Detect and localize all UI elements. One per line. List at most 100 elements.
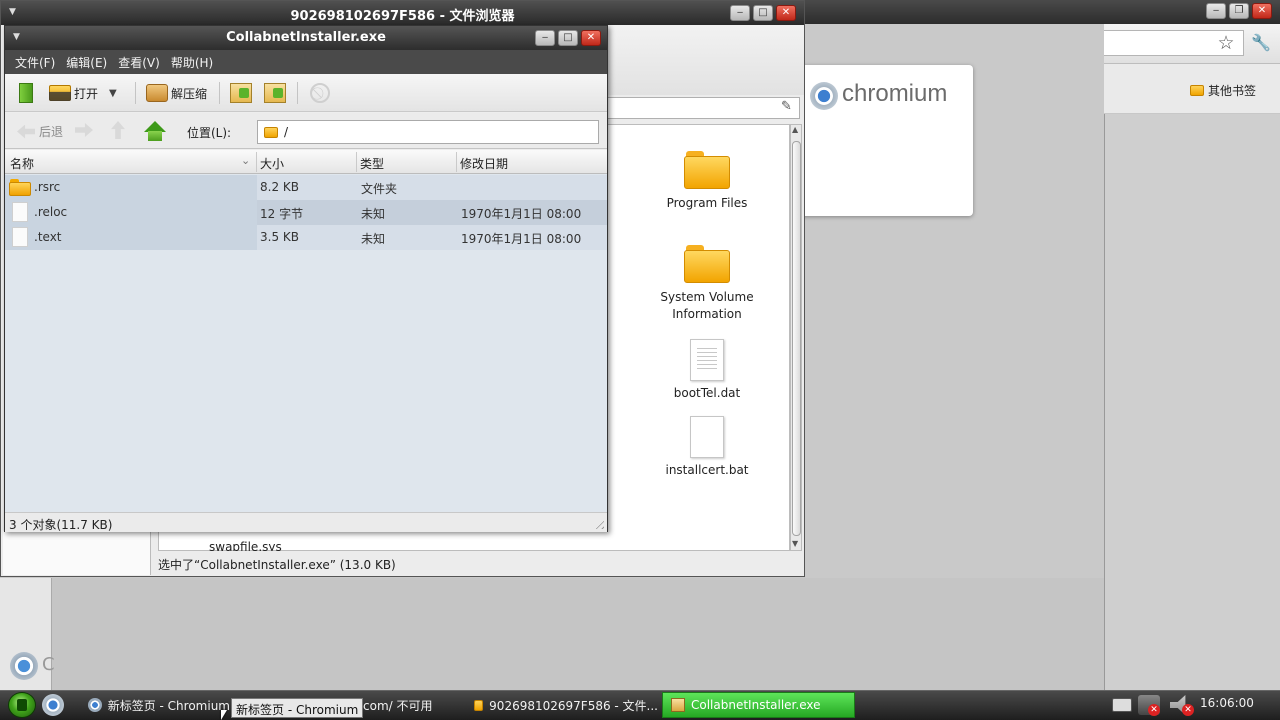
archive-window-controls: ‒ □ ✕	[535, 30, 601, 46]
restore-button[interactable]: ❐	[1229, 3, 1249, 19]
file-icon	[690, 339, 724, 381]
archive-file-list[interactable]: 名称 ⌄ 大小 类型 修改日期 .rsrc 8.2 KB 文件夹 .reloc …	[5, 150, 607, 512]
chromium-logo-icon	[810, 82, 838, 110]
file-type: 未知	[361, 232, 386, 246]
file-browser-window-controls: ‒ □ ✕	[730, 5, 796, 21]
chromium-icon	[88, 698, 102, 712]
chevron-down-icon[interactable]: ▼	[109, 88, 117, 99]
clock[interactable]: 16:06:00	[1200, 696, 1254, 710]
desktop-item-system-volume-information[interactable]: System Volume Information	[647, 245, 767, 323]
column-header-modified[interactable]: 修改日期	[460, 155, 508, 172]
task-chromium-new-tab[interactable]: 新标签页 - Chromium	[80, 692, 230, 718]
toolbar-separator	[297, 82, 298, 104]
file-size: 3.5 KB	[260, 230, 299, 244]
folder-icon	[474, 699, 484, 711]
column-header-size[interactable]: 大小	[260, 155, 284, 172]
folder-icon	[684, 151, 730, 189]
folder-icon	[1190, 84, 1204, 96]
task-archive-manager[interactable]: CollabnetInstaller.exe	[662, 692, 855, 718]
wrench-icon[interactable]: 🔧	[1250, 32, 1272, 54]
column-separator[interactable]	[256, 152, 257, 172]
close-button[interactable]: ✕	[1252, 3, 1272, 19]
file-icon	[12, 202, 28, 222]
forward-button[interactable]	[75, 123, 93, 137]
scrollbar-thumb[interactable]	[792, 141, 801, 536]
bookmark-star-icon[interactable]: ☆	[1215, 32, 1237, 54]
file-icon	[690, 416, 724, 458]
column-header-name[interactable]: 名称	[10, 155, 34, 172]
other-bookmarks-button[interactable]: 其他书签	[1190, 80, 1256, 100]
desktop-item-program-files[interactable]: Program Files	[647, 151, 767, 212]
desktop-item-installcert-bat[interactable]: installcert.bat	[647, 416, 767, 479]
back-label: 后退	[39, 125, 64, 139]
up-button[interactable]	[111, 121, 125, 139]
task-file-browser[interactable]: 902698102697F586 - 文件...	[466, 692, 658, 718]
clear-location-icon[interactable]: ✎	[781, 99, 792, 114]
task-chromium-unavailable[interactable]: com/ 不可用	[355, 692, 465, 718]
file-type: 未知	[361, 207, 386, 221]
network-error-icon: ✕	[1148, 704, 1160, 716]
archive-toolbar: 打开 ▼ 解压缩 ⃠	[5, 74, 607, 112]
extract-button[interactable]: 解压缩	[146, 82, 207, 104]
file-list-header: 名称 ⌄ 大小 类型 修改日期	[5, 150, 607, 174]
minimize-button[interactable]: ‒	[1206, 3, 1226, 19]
volume-muted-icon: ✕	[1182, 704, 1194, 716]
column-separator[interactable]	[456, 152, 457, 172]
desktop-item-label: installcert.bat	[665, 463, 749, 477]
mouse-cursor-icon	[221, 710, 227, 720]
back-button[interactable]: 后退	[17, 123, 63, 140]
menu-view[interactable]: 查看(V)	[118, 54, 160, 71]
sort-descending-icon[interactable]: ⌄	[241, 154, 250, 167]
add-files-button[interactable]	[230, 82, 252, 104]
file-browser-statusbar: 选中了“CollabnetInstaller.exe” (13.0 KB)	[158, 558, 396, 572]
file-name: .text	[34, 230, 62, 244]
file-size: 8.2 KB	[260, 180, 299, 194]
maximize-button[interactable]: □	[558, 30, 578, 46]
open-label: 打开	[74, 86, 99, 101]
minimize-button[interactable]: ‒	[730, 5, 750, 21]
new-archive-icon	[19, 83, 33, 103]
object-count: 3 个对象(11.7 KB)	[9, 518, 113, 532]
file-modified: 1970年1月1日 08:00	[461, 207, 582, 221]
chromium-logo-icon	[10, 652, 38, 680]
menu-edit[interactable]: 编辑(E)	[66, 54, 107, 71]
file-modified: 1970年1月1日 08:00	[461, 232, 582, 246]
scroll-up-icon[interactable]: ▲	[792, 125, 798, 134]
maximize-button[interactable]: □	[753, 5, 773, 21]
stop-button[interactable]: ⃠	[310, 82, 330, 104]
extract-icon	[146, 84, 168, 102]
add-folder-button[interactable]	[264, 82, 286, 104]
scroll-down-icon[interactable]: ▼	[792, 539, 798, 548]
new-archive-button[interactable]	[19, 82, 33, 104]
archive-menubar: 文件(F) 编辑(E) 查看(V) 帮助(H)	[5, 50, 607, 74]
close-button[interactable]: ✕	[581, 30, 601, 46]
minimize-button[interactable]: ‒	[535, 30, 555, 46]
desktop-item-boottel-dat[interactable]: bootTel.dat	[647, 339, 767, 402]
resize-grip[interactable]	[592, 517, 604, 529]
keyboard-icon[interactable]	[1112, 698, 1132, 712]
open-button[interactable]: 打开 ▼	[49, 82, 117, 104]
back-arrow-icon	[17, 124, 35, 139]
column-header-type[interactable]: 类型	[360, 155, 384, 172]
toolbar-separator	[135, 82, 136, 104]
file-browser-sidebar	[3, 531, 151, 575]
table-row[interactable]: .reloc 12 字节 未知 1970年1月1日 08:00	[5, 200, 607, 225]
partial-file-label[interactable]: swapfile.sys	[209, 541, 282, 551]
table-row[interactable]: .text 3.5 KB 未知 1970年1月1日 08:00	[5, 225, 607, 250]
archive-icon	[671, 698, 685, 712]
archive-statusbar: 3 个对象(11.7 KB)	[5, 512, 607, 532]
close-button[interactable]: ✕	[776, 5, 796, 21]
column-separator[interactable]	[356, 152, 357, 172]
menu-file[interactable]: 文件(F)	[15, 54, 55, 71]
other-bookmarks-label: 其他书签	[1208, 83, 1257, 98]
location-input[interactable]: /	[257, 120, 599, 144]
file-browser-location-input[interactable]	[607, 97, 800, 119]
table-row[interactable]: .rsrc 8.2 KB 文件夹	[5, 175, 607, 200]
home-button[interactable]	[144, 121, 166, 141]
file-name: .rsrc	[34, 180, 61, 194]
archive-location-bar: 后退 位置(L): /	[5, 113, 607, 149]
file-size: 12 字节	[260, 207, 304, 221]
chromium-launcher-icon[interactable]	[42, 694, 64, 716]
file-browser-title: 902698102697F586 - 文件浏览器	[290, 9, 515, 24]
menu-help[interactable]: 帮助(H)	[171, 54, 213, 71]
